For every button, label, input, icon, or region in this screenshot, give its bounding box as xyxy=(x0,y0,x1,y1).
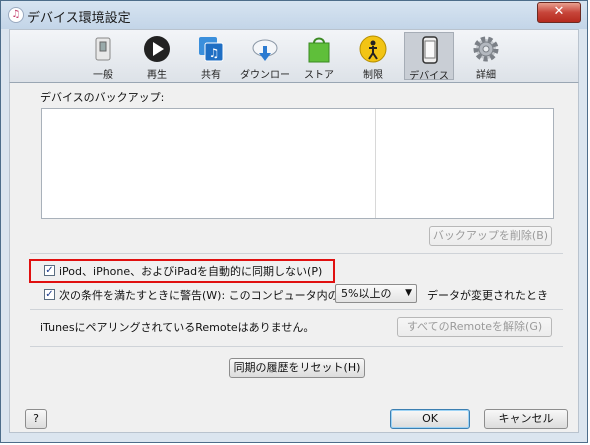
tab-general[interactable]: 一般 xyxy=(78,32,128,81)
tab-general-label: 一般 xyxy=(93,70,113,81)
tab-sharing-label: 共有 xyxy=(201,70,221,81)
delete-backup-button[interactable]: バックアップを削除(B) xyxy=(429,226,552,246)
cancel-button[interactable]: キャンセル xyxy=(484,409,568,429)
reset-remotes-button[interactable]: すべてのRemoteを解除(G) xyxy=(397,317,552,337)
tab-sharing[interactable]: ♫ 共有 xyxy=(186,32,236,81)
prevent-auto-sync-label: iPod、iPhone、およびiPadを自動的に同期しない(P) xyxy=(59,265,323,278)
general-switch-icon xyxy=(95,37,111,61)
warn-data-change-suffix: データが変更されたとき xyxy=(427,289,548,302)
tab-store[interactable]: ストア xyxy=(294,32,344,81)
tab-download[interactable]: ダウンロード xyxy=(240,32,290,96)
tab-playback-label: 再生 xyxy=(147,70,167,81)
threshold-select-value: 5%以上の xyxy=(341,287,392,300)
tab-devices-label: デバイス xyxy=(409,71,449,82)
title-bar: ♫ デバイス環境設定 ✕ xyxy=(1,1,587,29)
remote-status-text: iTunesにペアリングされているRemoteはありません。 xyxy=(40,321,315,334)
tab-restrictions[interactable]: 制限 xyxy=(348,32,398,81)
ok-button[interactable]: OK xyxy=(390,409,470,429)
play-icon xyxy=(144,36,170,62)
tab-devices[interactable]: デバイス xyxy=(404,32,454,82)
warn-data-change-checkbox[interactable]: ✓ xyxy=(44,289,55,300)
gear-icon xyxy=(473,36,499,62)
divider xyxy=(30,253,563,254)
cloud-download-icon xyxy=(252,39,278,61)
svg-text:♫: ♫ xyxy=(209,46,220,60)
reset-sync-history-button[interactable]: 同期の履歴をリセット(H) xyxy=(229,358,365,378)
backup-list-column-divider xyxy=(375,109,376,218)
itunes-icon: ♫ xyxy=(8,7,24,23)
tab-restrictions-label: 制限 xyxy=(363,70,383,81)
parental-restrictions-icon xyxy=(359,35,387,63)
sharing-icon: ♫ xyxy=(199,37,224,62)
warn-data-change-label: 次の条件を満たすときに警告(W): このコンピュータ内の xyxy=(59,289,339,302)
tab-store-label: ストア xyxy=(304,70,334,81)
data-change-threshold-select[interactable]: 5%以上の ▼ xyxy=(335,284,417,303)
prevent-auto-sync-checkbox[interactable]: ✓ xyxy=(44,265,55,276)
close-button[interactable]: ✕ xyxy=(537,2,581,23)
store-bag-icon xyxy=(308,37,330,63)
help-button[interactable]: ? xyxy=(25,409,47,429)
device-phone-icon xyxy=(422,36,438,64)
tab-playback[interactable]: 再生 xyxy=(132,32,182,81)
preferences-window: ♫ デバイス環境設定 ✕ 一般 再生 ♫ 共有 ダウンロー ストア 制限 デバイ… xyxy=(0,0,588,443)
devices-pane: デバイスのバックアップ: バックアップを削除(B) ✓ iPod、iPhone、… xyxy=(9,83,579,433)
preferences-toolbar: 一般 再生 ♫ 共有 ダウンロード xyxy=(9,29,579,96)
window-title: デバイス環境設定 xyxy=(27,11,131,26)
chevron-down-icon: ▼ xyxy=(405,288,412,298)
backup-section-label: デバイスのバックアップ: xyxy=(40,91,165,104)
divider xyxy=(30,346,563,347)
device-backup-list[interactable] xyxy=(41,108,554,219)
tab-advanced[interactable]: 詳細 xyxy=(461,32,511,81)
tab-advanced-label: 詳細 xyxy=(476,70,496,81)
divider xyxy=(30,309,563,310)
